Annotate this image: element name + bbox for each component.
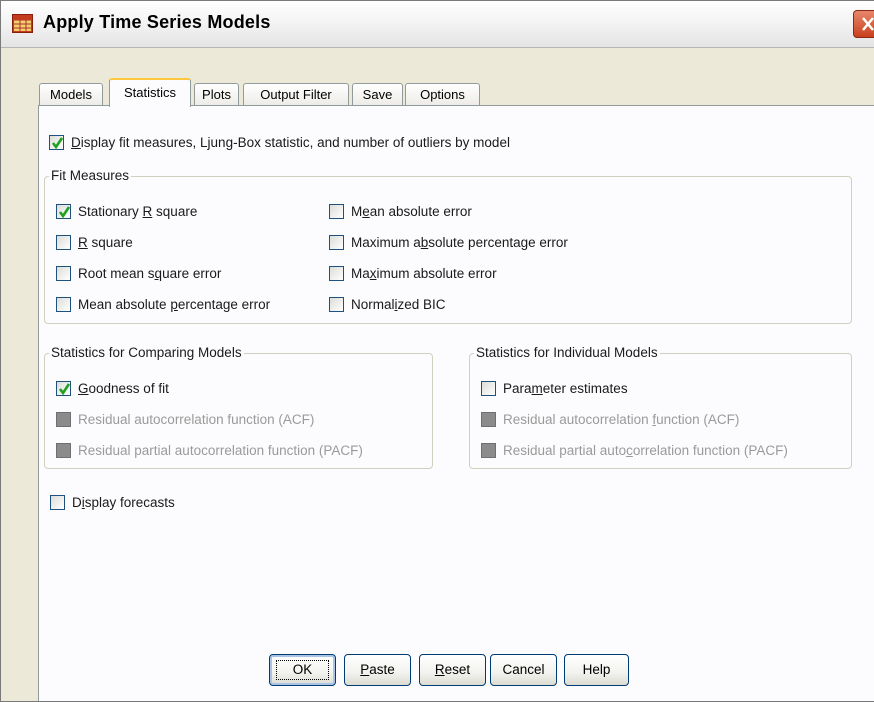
mape-option[interactable]: Mean absolute percentage error xyxy=(56,294,270,314)
tab-output-filter[interactable]: Output Filter xyxy=(243,83,349,106)
mape-checkbox[interactable] xyxy=(56,296,71,312)
mape-label: Mean absolute percentage error xyxy=(78,296,271,312)
normalized-bic-checkbox[interactable] xyxy=(329,296,344,312)
tab-label: Plots xyxy=(202,87,231,102)
close-icon xyxy=(862,17,874,31)
tab-save[interactable]: Save xyxy=(352,83,403,106)
individual-acf-option: Residual autocorrelation function (ACF) xyxy=(481,409,739,429)
comparing-models-legend: Statistics for Comparing Models xyxy=(49,345,244,360)
cancel-button[interactable]: Cancel xyxy=(490,654,557,686)
maxae-checkbox[interactable] xyxy=(329,265,344,281)
mae-checkbox[interactable] xyxy=(329,203,344,219)
normalized-bic-label: Normalized BIC xyxy=(351,296,446,312)
goodness-of-fit-option[interactable]: Goodness of fit xyxy=(56,378,169,398)
checkmark-icon xyxy=(58,382,71,395)
stationary-r-square-checkbox[interactable] xyxy=(56,203,71,219)
checkmark-icon xyxy=(58,205,71,218)
comparing-pacf-label: Residual partial autocorrelation functio… xyxy=(78,442,363,458)
parameter-estimates-checkbox[interactable] xyxy=(481,380,496,396)
goodness-of-fit-checkbox[interactable] xyxy=(56,380,71,396)
tab-label: Output Filter xyxy=(260,87,332,102)
rmse-option[interactable]: Root mean square error xyxy=(56,263,221,283)
display-fit-measures-label: Display fit measures, Ljung-Box statisti… xyxy=(71,134,510,150)
tab-label: Models xyxy=(50,87,92,102)
display-forecasts-label: Display forecasts xyxy=(72,494,175,510)
dialog-window: Apply Time Series Models Models Statisti… xyxy=(0,0,874,702)
maxape-label: Maximum absolute percentage error xyxy=(351,234,568,250)
help-button[interactable]: Help xyxy=(564,654,629,686)
cancel-label: Cancel xyxy=(502,662,545,677)
mae-label: Mean absolute error xyxy=(351,203,472,219)
window-title: Apply Time Series Models xyxy=(43,12,271,32)
mae-option[interactable]: Mean absolute error xyxy=(329,201,472,221)
comparing-acf-label: Residual autocorrelation function (ACF) xyxy=(78,411,315,427)
reset-label: Reset xyxy=(434,662,471,677)
goodness-of-fit-label: Goodness of fit xyxy=(78,380,169,396)
normalized-bic-option[interactable]: Normalized BIC xyxy=(329,294,446,314)
tab-label: Save xyxy=(362,87,393,102)
comparing-acf-checkbox xyxy=(56,411,71,427)
reset-button[interactable]: Reset xyxy=(419,654,486,686)
fit-measures-legend: Fit Measures xyxy=(49,168,132,183)
individual-models-group: Statistics for Individual Models Paramet… xyxy=(469,345,852,469)
fit-measures-group: Fit Measures Stationary R square R squar… xyxy=(44,168,852,324)
individual-models-legend: Statistics for Individual Models xyxy=(474,345,660,360)
title-bar[interactable]: Apply Time Series Models xyxy=(1,1,874,48)
tab-statistics[interactable]: Statistics xyxy=(109,78,191,107)
checkmark-icon xyxy=(51,136,64,149)
comparing-acf-option: Residual autocorrelation function (ACF) xyxy=(56,409,314,429)
r-square-checkbox[interactable] xyxy=(56,234,71,250)
paste-button[interactable]: Paste xyxy=(344,654,411,686)
maxape-checkbox[interactable] xyxy=(329,234,344,250)
maxae-option[interactable]: Maximum absolute error xyxy=(329,263,497,283)
table-icon xyxy=(12,14,33,33)
maxae-label: Maximum absolute error xyxy=(351,265,497,281)
rmse-checkbox[interactable] xyxy=(56,265,71,281)
r-square-label: R square xyxy=(78,234,133,250)
stationary-r-square-option[interactable]: Stationary R square xyxy=(56,201,197,221)
ok-label: OK xyxy=(292,662,313,677)
display-forecasts-option[interactable]: Display forecasts xyxy=(50,492,175,512)
tab-label: Options xyxy=(420,87,465,102)
comparing-models-group: Statistics for Comparing Models Goodness… xyxy=(44,345,433,469)
display-fit-measures-checkbox[interactable] xyxy=(49,134,64,150)
individual-acf-checkbox xyxy=(481,411,496,427)
stationary-r-square-label: Stationary R square xyxy=(78,203,198,219)
display-fit-measures-option[interactable]: Display fit measures, Ljung-Box statisti… xyxy=(49,132,510,152)
comparing-pacf-checkbox xyxy=(56,442,71,458)
tab-options[interactable]: Options xyxy=(405,83,480,106)
individual-pacf-label: Residual partial autocorrelation functio… xyxy=(503,442,788,458)
paste-label: Paste xyxy=(360,662,395,677)
individual-pacf-checkbox xyxy=(481,442,496,458)
comparing-pacf-option: Residual partial autocorrelation functio… xyxy=(56,440,363,460)
maxape-option[interactable]: Maximum absolute percentage error xyxy=(329,232,568,252)
statistics-panel: Display fit measures, Ljung-Box statisti… xyxy=(38,105,874,701)
help-label: Help xyxy=(582,662,611,677)
close-button[interactable] xyxy=(853,10,874,38)
rmse-label: Root mean square error xyxy=(78,265,222,281)
individual-acf-label: Residual autocorrelation function (ACF) xyxy=(503,411,740,427)
ok-button[interactable]: OK xyxy=(269,654,336,686)
individual-pacf-option: Residual partial autocorrelation functio… xyxy=(481,440,788,460)
tab-plots[interactable]: Plots xyxy=(194,83,239,106)
parameter-estimates-option[interactable]: Parameter estimates xyxy=(481,378,628,398)
display-forecasts-checkbox[interactable] xyxy=(50,494,65,510)
parameter-estimates-label: Parameter estimates xyxy=(503,380,628,396)
tab-models[interactable]: Models xyxy=(39,83,103,106)
tab-label: Statistics xyxy=(123,85,176,100)
r-square-option[interactable]: R square xyxy=(56,232,133,252)
